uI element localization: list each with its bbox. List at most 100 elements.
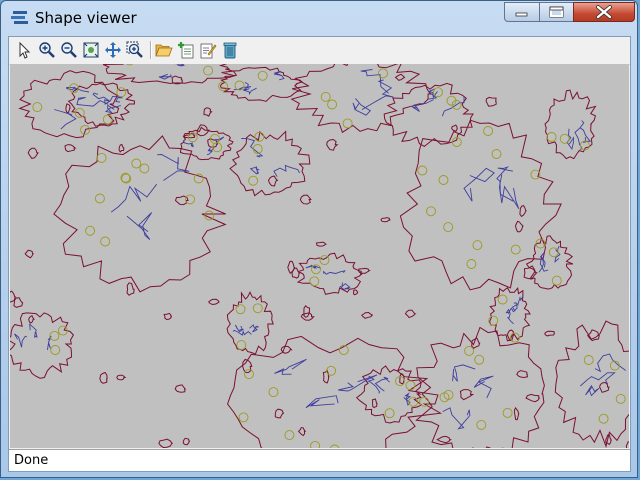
point-marker (268, 387, 279, 398)
islet-shape (174, 384, 187, 393)
islet-shape (352, 289, 359, 296)
toolbar-separator (150, 41, 152, 59)
road-line (452, 364, 476, 382)
islet-shape (99, 371, 108, 384)
point-marker (327, 99, 338, 110)
pan-tool-button[interactable] (104, 41, 122, 59)
islet-shape (203, 107, 213, 117)
islet-shape (514, 220, 524, 233)
point-marker (548, 247, 559, 258)
islet-shape (207, 298, 220, 306)
point-marker (546, 132, 557, 142)
road-line (249, 166, 260, 175)
point-marker (238, 412, 249, 423)
point-marker (85, 225, 96, 236)
zoom-out-icon (61, 42, 77, 58)
point-marker (405, 380, 416, 391)
zoom-window-tool-button[interactable] (126, 41, 144, 59)
road-line (249, 324, 259, 333)
point-marker (426, 206, 436, 217)
point-marker (74, 107, 85, 118)
islet-shape (525, 393, 541, 403)
road-line (594, 353, 626, 373)
shape-map[interactable] (10, 64, 629, 448)
road-line (54, 109, 77, 130)
open-shapefile-tool-button[interactable] (155, 41, 173, 59)
minimize-button[interactable] (504, 2, 540, 22)
add-layer-tool-button[interactable] (177, 41, 195, 59)
islet-shape (267, 175, 279, 187)
select-tool-button[interactable] (15, 41, 33, 59)
title-bar[interactable]: Shape viewer (1, 1, 637, 35)
point-marker (284, 430, 295, 441)
road-line (505, 308, 514, 325)
islet-shape (303, 305, 311, 318)
road-line (110, 183, 158, 213)
road-line (305, 395, 339, 409)
islet-shape (242, 358, 253, 374)
zoom-extent-tool-button[interactable] (82, 41, 100, 59)
point-marker (319, 255, 330, 266)
point-marker (235, 304, 246, 315)
islet-shape (297, 427, 307, 437)
point-marker (551, 275, 562, 286)
zoom-out-tool-button[interactable] (60, 41, 78, 59)
islet-shape (116, 374, 127, 381)
arrow-cursor-icon (19, 41, 31, 59)
point-marker (342, 118, 353, 129)
map-canvas[interactable] (10, 64, 629, 448)
road-line (442, 407, 471, 430)
islet-shape (625, 441, 629, 448)
point-marker (131, 158, 142, 169)
close-button[interactable] (573, 2, 635, 22)
maximize-button[interactable] (539, 2, 574, 22)
road-line (498, 174, 520, 210)
shape-viewer-app-icon (11, 11, 28, 24)
point-marker (598, 413, 609, 424)
point-marker (257, 70, 268, 81)
coastline-layer (10, 64, 629, 448)
point-marker-layer (32, 64, 626, 448)
delete-layer-tool-button[interactable] (221, 41, 239, 59)
islet-shape (13, 297, 24, 308)
road-line (242, 87, 257, 96)
point-marker (320, 91, 331, 102)
islet-shape (24, 249, 34, 259)
point-marker (203, 65, 214, 76)
road-line (234, 324, 244, 333)
point-marker (583, 355, 594, 365)
close-icon (596, 5, 612, 19)
edit-layer-tool-button[interactable] (199, 41, 217, 59)
point-marker (193, 173, 204, 184)
islet-shape (118, 144, 125, 153)
point-marker (559, 133, 570, 144)
zoom-in-icon (39, 42, 55, 58)
add-layer-icon (178, 42, 194, 59)
point-marker (474, 354, 485, 365)
islet-shape (451, 124, 458, 132)
point-marker (491, 149, 502, 159)
coastline-shape (10, 312, 75, 379)
islet-shape (291, 267, 301, 279)
islet-shape (65, 103, 71, 114)
point-marker (483, 126, 494, 136)
point-marker (326, 365, 337, 376)
coastline-shape (18, 70, 120, 139)
islet-shape (516, 370, 528, 379)
point-marker (502, 407, 513, 418)
pan-icon (105, 42, 121, 58)
road-line (29, 323, 38, 338)
maximize-icon (549, 6, 564, 18)
coastline-shape (226, 291, 274, 355)
islet-shape (64, 144, 77, 153)
islet-shape (163, 312, 173, 321)
zoom-in-tool-button[interactable] (38, 41, 56, 59)
coastline-shape (102, 64, 237, 84)
point-marker (185, 194, 195, 205)
road-line (274, 358, 307, 375)
coastline-shape (415, 326, 545, 448)
road-line (352, 98, 372, 116)
zoom-window-icon (126, 41, 143, 58)
point-marker (49, 330, 60, 341)
coastline-shape (296, 252, 364, 295)
